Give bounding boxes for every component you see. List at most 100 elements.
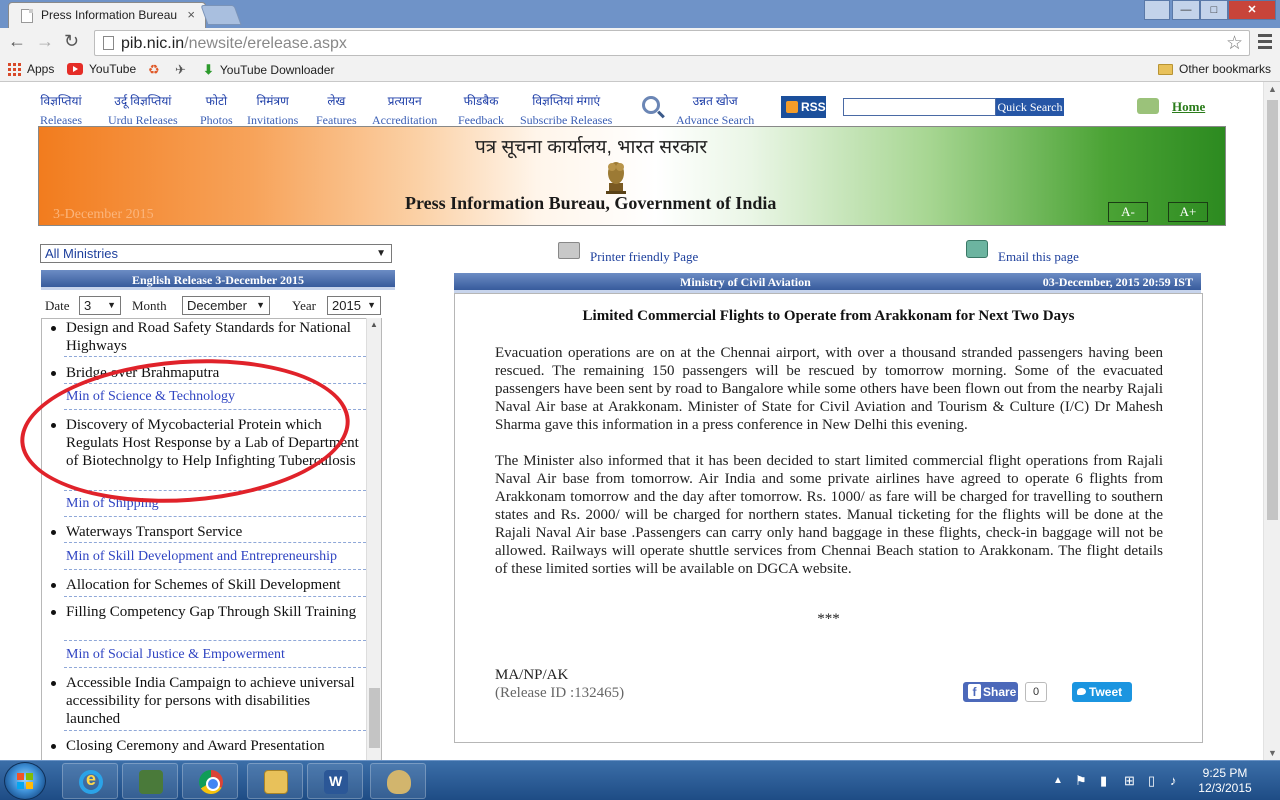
- other-bookmarks[interactable]: Other bookmarks: [1158, 62, 1271, 76]
- month-select[interactable]: December ▼: [182, 296, 270, 315]
- ministry-select[interactable]: All Ministries ▼: [40, 244, 392, 263]
- new-tab-button[interactable]: [200, 5, 242, 25]
- taskbar-file-explorer[interactable]: [247, 763, 303, 799]
- nav-invitations[interactable]: निमंत्रण Invitations: [247, 92, 298, 128]
- quick-search-button[interactable]: Quick Search: [996, 98, 1064, 116]
- browser-menu-icon[interactable]: [1258, 34, 1272, 52]
- home-link[interactable]: Home: [1172, 99, 1205, 115]
- release-item[interactable]: Closing Ceremony and Award Presentation: [51, 737, 364, 755]
- nav-feedback[interactable]: फीडबैक Feedback: [458, 92, 504, 128]
- bookmark-label: YouTube Downloader: [219, 63, 335, 77]
- email-page-link[interactable]: Email this page: [966, 240, 1079, 265]
- battery-icon[interactable]: ▯: [1148, 773, 1155, 789]
- scroll-down-arrow-icon[interactable]: ▼: [1268, 748, 1277, 758]
- nav-advance-search[interactable]: उन्नत खोज Advance Search: [676, 92, 754, 128]
- scrollbar-thumb[interactable]: [369, 688, 380, 748]
- home-icon[interactable]: [1137, 98, 1159, 114]
- advance-search-icon[interactable]: [642, 96, 660, 114]
- release-item[interactable]: Design and Road Safety Standards for Nat…: [51, 319, 364, 355]
- other-bookmarks-label: Other bookmarks: [1179, 62, 1272, 76]
- facebook-share-button[interactable]: Share: [963, 682, 1018, 702]
- nav-features[interactable]: लेख Features: [316, 92, 357, 128]
- nav-subscribe-releases[interactable]: विज्ञप्तियां मंगाएं Subscribe Releases: [520, 92, 612, 128]
- bookmark-apps[interactable]: Apps: [8, 62, 54, 76]
- bookmark-label: YouTube: [89, 62, 137, 76]
- release-item[interactable]: Allocation for Schemes of Skill Developm…: [51, 576, 364, 594]
- bookmark-extension-2[interactable]: ✈: [175, 62, 186, 78]
- decrease-font-button[interactable]: A-: [1108, 202, 1148, 222]
- scroll-up-arrow-icon[interactable]: ▲: [1268, 84, 1277, 94]
- release-item[interactable]: Waterways Transport Service: [51, 523, 364, 541]
- maximize-button[interactable]: □: [1200, 0, 1228, 20]
- system-clock[interactable]: 9:25 PM 12/3/2015: [1190, 766, 1260, 796]
- chevron-down-icon: ▼: [107, 300, 116, 310]
- browser-tab-active[interactable]: Press Information Bureau ×: [8, 2, 206, 28]
- back-arrow-icon[interactable]: ←: [8, 31, 26, 52]
- nav-releases[interactable]: विज्ञप्तियां Releases: [40, 92, 82, 128]
- ministry-link[interactable]: Min of Skill Development and Entrepreneu…: [66, 549, 337, 565]
- nav-photos[interactable]: फोटो Photos: [200, 92, 233, 128]
- bookmark-youtube[interactable]: YouTube: [67, 62, 136, 76]
- word-icon: [324, 770, 348, 794]
- page-viewport: विज्ञप्तियां Releases उर्दू विज्ञप्तियां…: [0, 82, 1280, 760]
- bookmark-star-icon[interactable]: ☆: [1226, 32, 1243, 55]
- pib-banner: पत्र सूचना कार्यालय, भारत सरकार Press In…: [38, 126, 1226, 226]
- bookmark-youtube-downloader[interactable]: ⬇ YouTube Downloader: [203, 62, 334, 78]
- tab-title: Press Information Bureau: [41, 8, 178, 22]
- ministry-select-value: All Ministries: [45, 246, 118, 261]
- address-bar[interactable]: pib.nic.in/newsite/erelease.aspx ☆: [94, 30, 1250, 56]
- ministry-link[interactable]: Min of Social Justice & Empowerment: [66, 647, 285, 663]
- bookmark-label: Apps: [27, 62, 55, 76]
- reload-icon[interactable]: ↻: [64, 31, 79, 52]
- year-select[interactable]: 2015 ▼: [327, 296, 381, 315]
- share-count: 0: [1025, 682, 1047, 702]
- quick-search-input[interactable]: [843, 98, 996, 116]
- tab-close-icon[interactable]: ×: [187, 7, 195, 22]
- taskbar-internet-explorer[interactable]: [62, 763, 118, 799]
- url-text[interactable]: pib.nic.in/newsite/erelease.aspx: [121, 35, 347, 53]
- folder-icon: [264, 770, 288, 794]
- windows-icon[interactable]: ⊞: [1124, 773, 1135, 789]
- nav-urdu-releases[interactable]: उर्दू विज्ञप्तियां Urdu Releases: [108, 92, 178, 128]
- bookmark-extension-1[interactable]: ♻: [148, 62, 160, 78]
- scroll-up-arrow-icon[interactable]: ▲: [370, 320, 378, 329]
- taskbar-paint[interactable]: [370, 763, 426, 799]
- flag-icon[interactable]: ⚑: [1075, 773, 1087, 789]
- rss-button[interactable]: RSS: [781, 96, 826, 118]
- forward-arrow-icon[interactable]: →: [36, 31, 54, 52]
- year-select-value: 2015: [332, 298, 361, 313]
- taskbar-app[interactable]: [122, 763, 178, 799]
- signal-icon[interactable]: ▮: [1100, 773, 1107, 789]
- release-list-scrollbar[interactable]: ▲: [366, 318, 381, 760]
- release-item[interactable]: Filling Competency Gap Through Skill Tra…: [51, 603, 364, 621]
- article-signature: MA/NP/AK: [495, 667, 569, 683]
- month-label: Month: [132, 298, 167, 313]
- divider: [64, 640, 366, 641]
- taskbar-word[interactable]: [307, 763, 363, 799]
- minimize-button[interactable]: —: [1172, 0, 1200, 20]
- nav-label-hi: निमंत्रण: [256, 94, 289, 108]
- increase-font-button[interactable]: A+: [1168, 202, 1208, 222]
- close-window-button[interactable]: ✕: [1228, 0, 1276, 20]
- extension-icon: ✈: [175, 62, 186, 77]
- start-button[interactable]: [4, 762, 46, 800]
- volume-icon[interactable]: ♪: [1170, 773, 1177, 788]
- nav-label-hi: उन्नत खोज: [692, 94, 738, 108]
- date-select-value: 3: [84, 298, 92, 313]
- show-hidden-icons[interactable]: ▲: [1053, 775, 1063, 786]
- printer-friendly-link[interactable]: Printer friendly Page: [558, 240, 698, 265]
- scrollbar-thumb[interactable]: [1267, 100, 1278, 520]
- extension-icon: ♻: [148, 62, 160, 77]
- page-favicon-icon: [21, 9, 33, 23]
- bookmarks-bar: Apps YouTube ♻ ✈ ⬇ YouTube Downloader Ot…: [0, 58, 1280, 82]
- release-item[interactable]: Accessible India Campaign to achieve uni…: [51, 674, 364, 728]
- page-scrollbar[interactable]: ▲ ▼: [1263, 82, 1280, 760]
- date-select[interactable]: 3 ▼: [79, 296, 121, 315]
- taskbar-chrome[interactable]: [182, 763, 238, 799]
- user-profile-button[interactable]: [1144, 0, 1170, 20]
- browser-toolbar: ← → ↻ pib.nic.in/newsite/erelease.aspx ☆: [0, 28, 1280, 58]
- tweet-button[interactable]: Tweet: [1072, 682, 1132, 702]
- nav-label-hi: फोटो: [205, 94, 228, 108]
- nav-accreditation[interactable]: प्रत्यायन Accreditation: [372, 92, 437, 128]
- nav-label-hi: प्रत्यायन: [387, 94, 422, 108]
